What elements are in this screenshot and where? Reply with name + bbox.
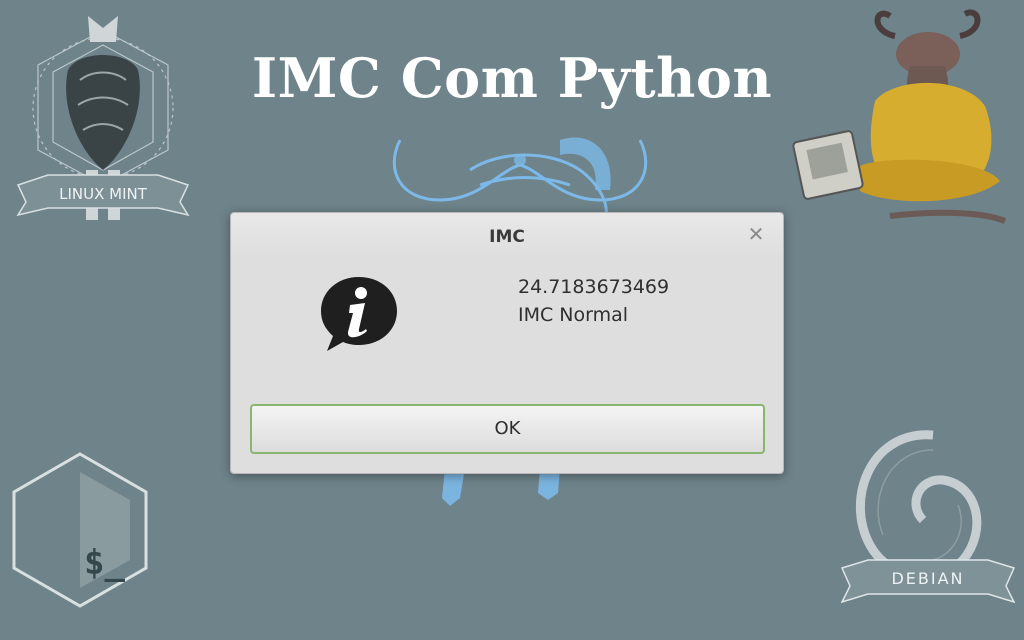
- gnu-horns-illustration: [392, 137, 648, 220]
- ok-button[interactable]: OK: [250, 404, 765, 454]
- bash-logo: $_: [12, 452, 148, 608]
- debian-banner-text: DEBIAN: [891, 569, 964, 588]
- message-status: IMC Normal: [518, 304, 629, 326]
- gnu-yellow-mascot: [792, 9, 1007, 224]
- debian-logo: DEBIAN: [840, 430, 1016, 604]
- linux-mint-logo: LINUX MINT: [16, 16, 190, 220]
- dialog-title: IMC: [489, 227, 525, 247]
- mint-banner-text: LINUX MINT: [59, 185, 148, 203]
- message-value: 24.7183673469: [518, 276, 670, 298]
- info-dialog: IMC ✕ 24.7183673469 IMC Normal OK: [230, 212, 784, 474]
- gnu-feet-illustration: [442, 468, 560, 506]
- bash-prompt-text: $_: [84, 543, 125, 583]
- dialog-titlebar[interactable]: IMC ✕: [231, 213, 783, 259]
- dialog-message: 24.7183673469 IMC Normal: [518, 273, 669, 329]
- close-icon[interactable]: ✕: [745, 223, 767, 245]
- info-icon: [321, 277, 397, 351]
